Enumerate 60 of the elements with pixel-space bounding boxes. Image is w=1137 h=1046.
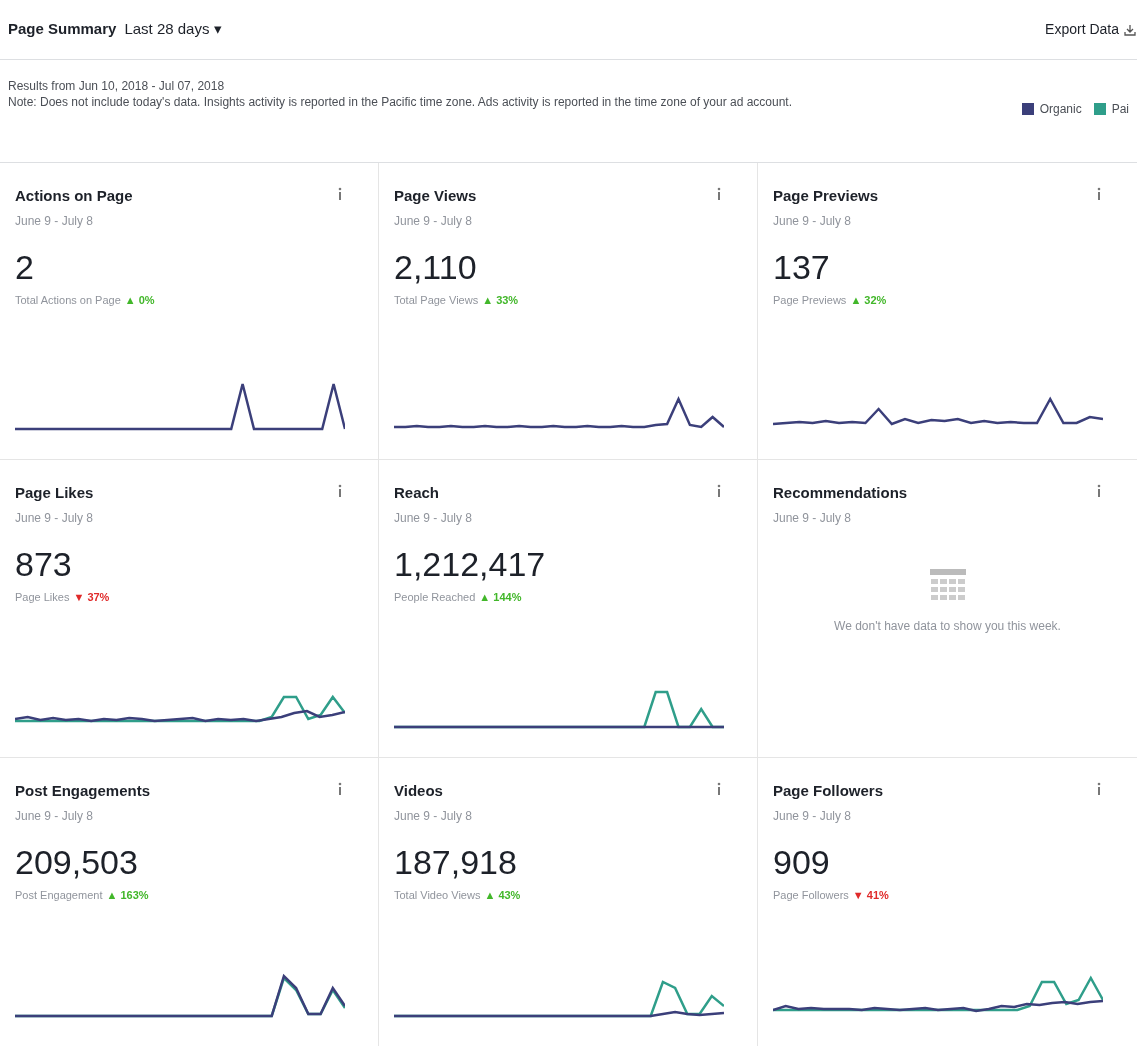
card-title: Post Engagements: [15, 781, 151, 801]
date-range: June 9 - July 8: [773, 212, 853, 230]
metric-value: 209,503: [15, 844, 139, 879]
date-range: June 9 - July 8: [394, 212, 474, 230]
date-range: June 9 - July 8: [15, 212, 95, 230]
info-icon[interactable]: [716, 782, 722, 796]
info-icon[interactable]: [337, 484, 343, 498]
info-icon[interactable]: [716, 187, 722, 201]
metric-value: 187,918: [394, 844, 518, 879]
card-title: Recommendations: [773, 483, 908, 503]
info-icon[interactable]: [337, 187, 343, 201]
trend-change: ▲ 144%: [479, 589, 522, 605]
legend-label: Pai: [1111, 101, 1129, 118]
metric-label: Page Previews: [773, 292, 847, 308]
metric-label: Page Followers: [773, 887, 849, 903]
card-title: Page Likes: [15, 483, 94, 503]
trend-change: ▲ 32%: [850, 292, 887, 308]
metric-value: 137: [773, 249, 831, 284]
metric-value: 873: [15, 546, 73, 581]
metric-value: 1,212,417: [394, 546, 547, 581]
card-title: Reach: [394, 483, 440, 503]
trend-change: ▲ 33%: [482, 292, 519, 308]
trend-change: ▲ 43%: [484, 887, 521, 903]
metric-label: Total Page Views: [394, 292, 479, 308]
results-range: Results from Jun 10, 2018 - Jul 07, 2018: [8, 78, 226, 94]
trend-change: ▲ 163%: [106, 887, 149, 903]
metric-value: 2,110: [394, 249, 478, 284]
trend-change: ▲ 0%: [124, 292, 155, 308]
metric-label: Total Video Views: [394, 887, 481, 903]
date-range: June 9 - July 8: [773, 807, 853, 825]
card-title: Page Followers: [773, 781, 884, 801]
info-icon[interactable]: [1096, 782, 1102, 796]
date-range: June 9 - July 8: [394, 807, 474, 825]
metric-value: 2: [15, 249, 35, 284]
info-icon[interactable]: [716, 484, 722, 498]
card-title: Videos: [394, 781, 443, 801]
date-range-dropdown[interactable]: Last 28 days ▾: [124, 18, 222, 41]
card-title: Page Previews: [773, 186, 879, 206]
date-range: June 9 - July 8: [15, 509, 95, 527]
info-icon[interactable]: [1096, 187, 1102, 201]
metric-label: Total Actions on Page: [15, 292, 121, 308]
date-range: June 9 - July 8: [15, 807, 95, 825]
info-icon[interactable]: [1096, 484, 1102, 498]
page-title: Page Summary: [8, 19, 117, 40]
card-title: Page Views: [394, 186, 477, 206]
trend-change: ▼ 41%: [852, 887, 889, 903]
empty-message: We don't have data to show you this week.: [833, 617, 1062, 635]
metric-value: 909: [773, 844, 831, 879]
metric-label: Page Likes: [15, 589, 70, 605]
metric-label: Post Engagement: [15, 887, 103, 903]
metric-label: People Reached: [394, 589, 476, 605]
export-icon: [1123, 22, 1137, 37]
info-icon[interactable]: [337, 782, 343, 796]
legend-label: Organic: [1039, 101, 1082, 118]
date-range: June 9 - July 8: [773, 509, 853, 527]
date-range: June 9 - July 8: [394, 509, 474, 527]
trend-change: ▼ 37%: [73, 589, 110, 605]
card-title: Actions on Page: [15, 186, 133, 206]
time-zone-note: Note: Does not include today's data. Insights activity is reported in the Pacific time zone. Ads activity is reported in the time zone of your ad account.: [8, 94, 794, 110]
export-data-button[interactable]: Export Data: [1045, 19, 1137, 40]
